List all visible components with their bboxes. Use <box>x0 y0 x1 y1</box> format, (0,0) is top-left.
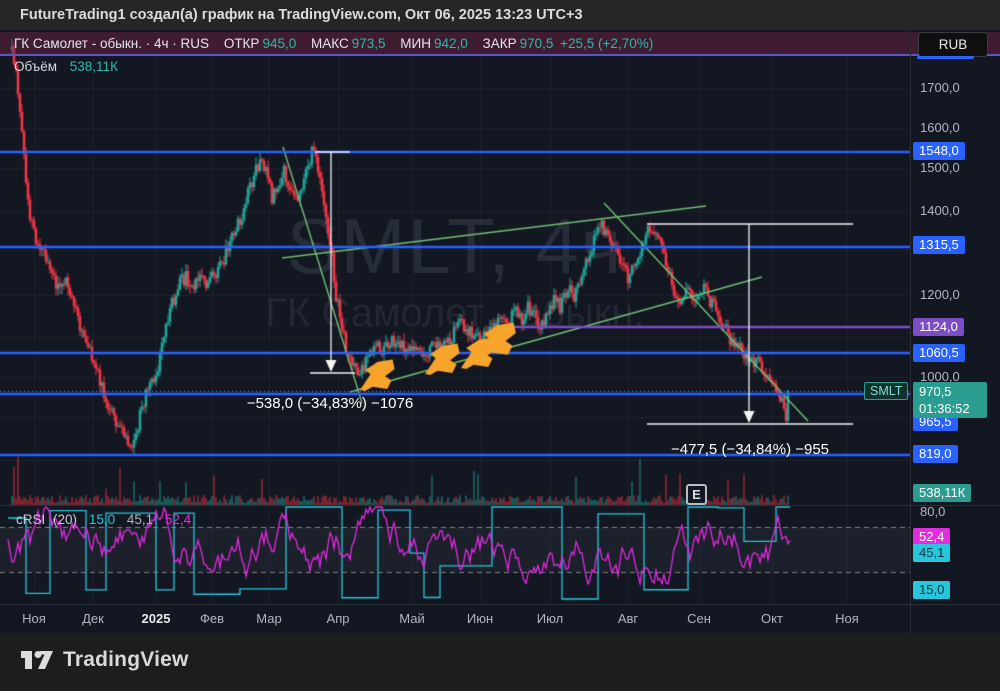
last-price-value: 970,5 <box>919 384 952 399</box>
rsi-value-3: 52,4 <box>164 512 192 527</box>
time-axis-label: Окт <box>761 611 783 626</box>
price-tick: 1400,0 <box>920 203 960 218</box>
price-level-badge: 45,1 <box>913 544 951 562</box>
time-axis-separator <box>0 604 1000 605</box>
open-value: 945,0 <box>262 36 297 51</box>
rsi-value-1: 15,0 <box>88 512 116 527</box>
tradingview-shared-chart: FutureTrading1 создал(а) график на Tradi… <box>0 0 1000 691</box>
high-value: 973,5 <box>351 36 386 51</box>
time-axis-label: Ноя <box>835 611 859 626</box>
time-axis-label: Сен <box>687 611 711 626</box>
share-attribution-bar: FutureTrading1 создал(а) график на Tradi… <box>0 0 1000 30</box>
rsi-indicator-legend[interactable]: cRSI (20) 15,0 45,1 52,4 <box>16 512 199 527</box>
time-axis-label: Авг <box>617 611 639 626</box>
open-label: ОТКР <box>223 36 260 51</box>
price-scale-separator[interactable] <box>910 30 911 633</box>
volume-row[interactable]: Объём 538,11К <box>14 59 118 74</box>
price-tick: 1600,0 <box>920 120 960 135</box>
measure-label-right: −477,5 (−34,84%) −955 <box>670 441 830 458</box>
price-level-badge: 538,11К <box>913 484 972 502</box>
price-level-badge: 819,0 <box>913 445 958 463</box>
price-tick: 1700,0 <box>920 80 960 95</box>
price-level-badge: 1548,0 <box>913 142 965 160</box>
price-level-badge: 15,0 <box>913 581 951 599</box>
time-axis-label: Май <box>399 611 425 626</box>
price-tick: 1500,0 <box>920 160 960 175</box>
low-label: МИН <box>400 36 431 51</box>
rsi-value-2: 45,1 <box>126 512 154 527</box>
price-chart-canvas[interactable] <box>0 0 1000 633</box>
time-axis-label: Дек <box>82 611 104 626</box>
bottom-bar: TradingView <box>0 633 1000 691</box>
time-axis-label: Июл <box>536 611 564 626</box>
earnings-event-badge[interactable]: E <box>686 484 707 505</box>
currency-button[interactable]: RUB <box>918 32 988 57</box>
tradingview-logo[interactable]: TradingView <box>20 647 189 673</box>
bar-countdown: 01:36:52 <box>919 401 970 416</box>
time-axis-label: Ноя <box>22 611 46 626</box>
price-tick: 1200,0 <box>920 287 960 302</box>
rsi-params: (20) <box>53 512 78 527</box>
time-axis-label: Мар <box>256 611 282 626</box>
symbol-tag: SMLT <box>864 382 909 400</box>
share-attribution-text: FutureTrading1 создал(а) график на Tradi… <box>20 7 583 23</box>
close-value: 970,5 <box>519 36 554 51</box>
volume-label: Объём <box>14 59 58 74</box>
volume-value: 538,11К <box>69 59 118 74</box>
price-tick: 80,0 <box>920 504 946 519</box>
rsi-pane-separator[interactable] <box>0 505 1000 506</box>
last-price-badge: 970,5 01:36:52 <box>913 382 987 418</box>
tradingview-logo-icon <box>21 651 53 669</box>
change-value: +25,5 (+2,70%) <box>560 36 654 51</box>
rsi-name[interactable]: cRSI <box>16 512 45 527</box>
measure-label-left: −538,0 (−34,83%) −1076 <box>246 395 414 412</box>
currency-underline <box>917 56 974 59</box>
price-level-badge: 1124,0 <box>913 318 964 336</box>
time-axis-label: Июн <box>466 611 494 626</box>
close-label: ЗАКР <box>482 36 517 51</box>
high-label: МАКС <box>311 36 349 51</box>
time-axis-label: Апр <box>326 611 350 626</box>
tradingview-logo-text: TradingView <box>63 648 189 671</box>
time-axis-label: Фев <box>199 611 225 626</box>
time-axis-label: 2025 <box>141 611 171 626</box>
low-value: 942,0 <box>433 36 468 51</box>
price-level-badge: 1060,5 <box>913 344 965 362</box>
symbol-description[interactable]: ГК Самолет - обыкн. · 4ч · RUS <box>14 36 209 51</box>
symbol-info-bar[interactable]: ГК Самолет - обыкн. · 4ч · RUS ОТКР 945,0… <box>0 32 1000 56</box>
price-level-badge: 1315,5 <box>913 236 965 254</box>
